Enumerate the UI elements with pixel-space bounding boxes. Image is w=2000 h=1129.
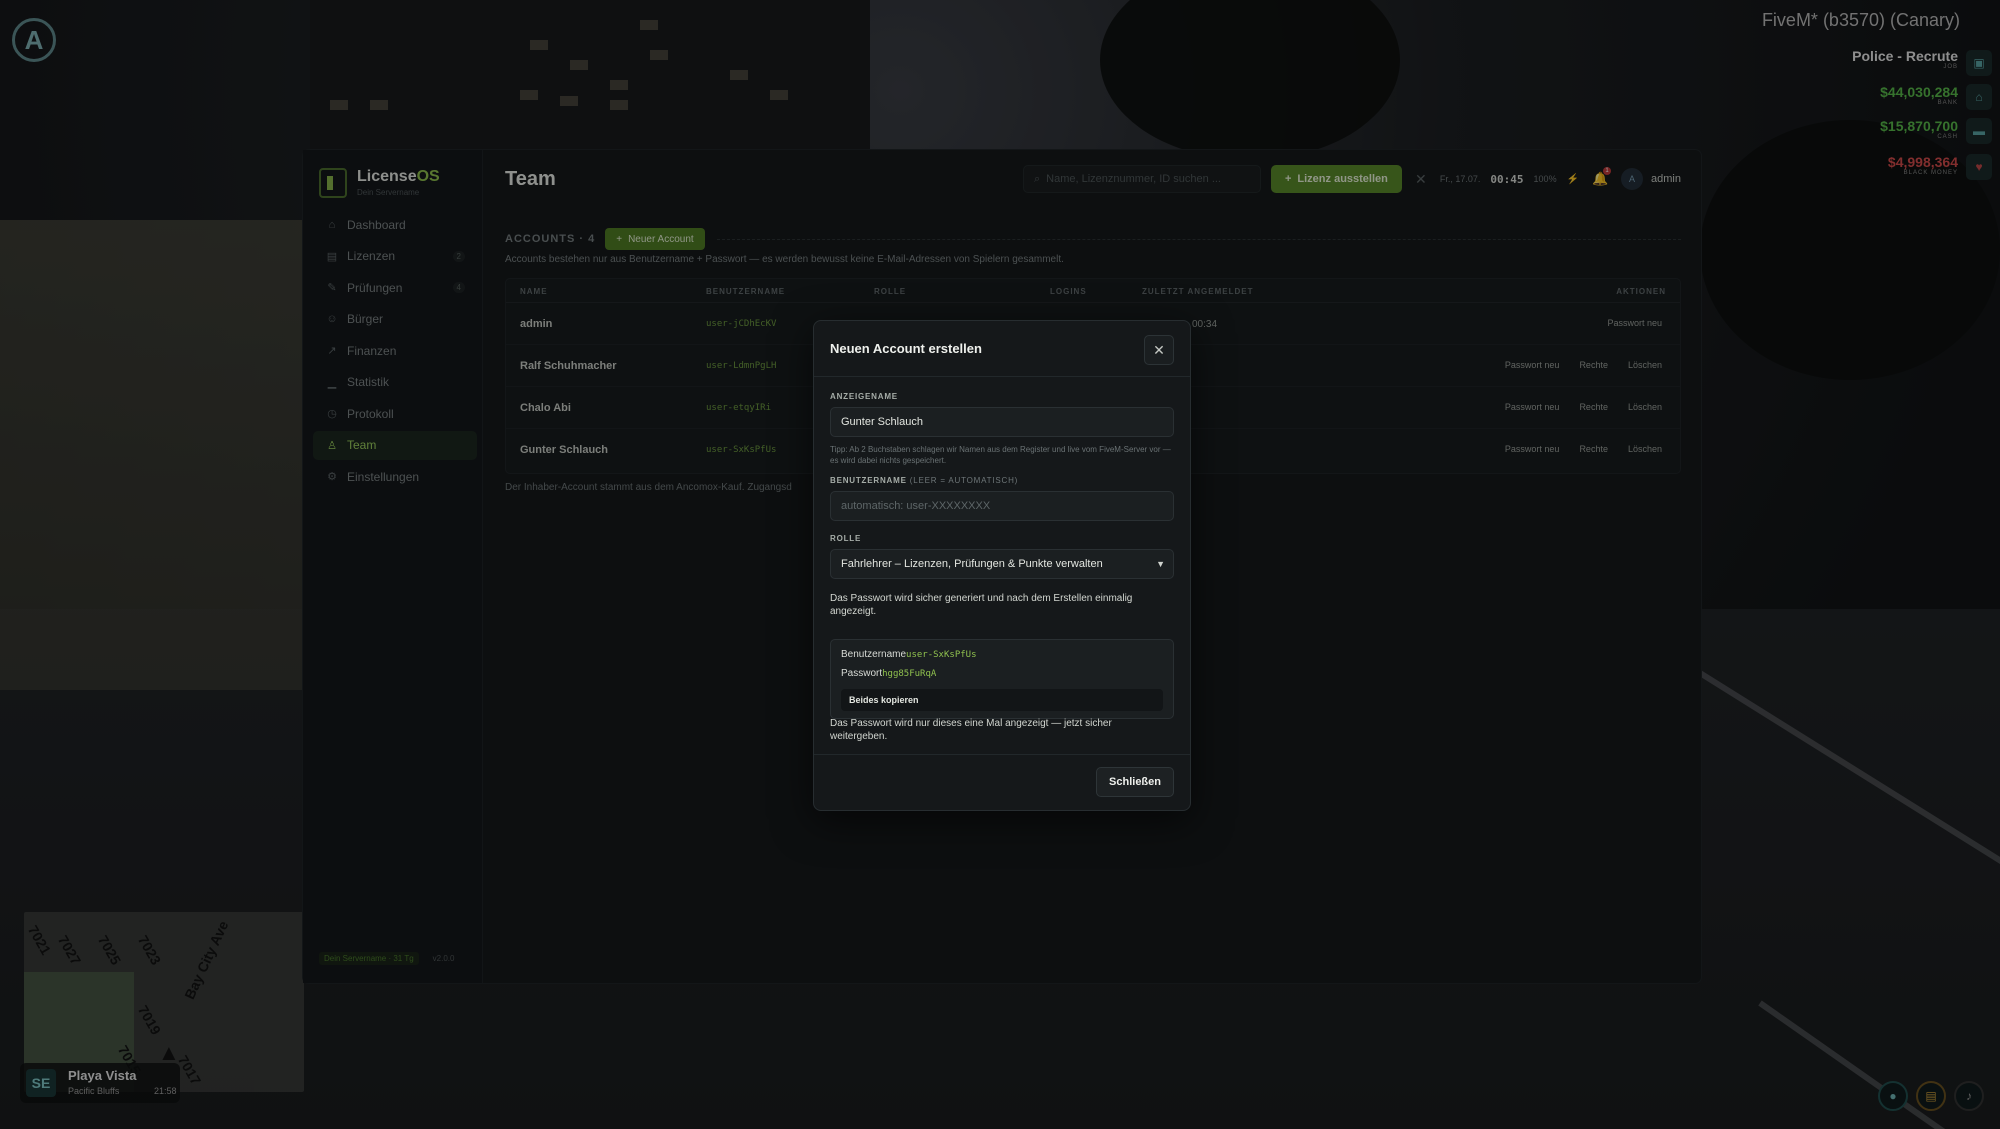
username-label: BENUTZERNAME (LEER = AUTOMATISCH) <box>830 476 1019 485</box>
modal-close-button[interactable]: ✕ <box>1144 335 1174 365</box>
role-label: ROLLE <box>830 534 862 543</box>
credentials-box: Benutzernameuser-SxKsPfUs Passworthgg85F… <box>830 639 1174 719</box>
credential-username: Benutzernameuser-SxKsPfUs <box>841 649 977 660</box>
display-name-tip: Tipp: Ab 2 Buchstaben schlagen wir Namen… <box>830 445 1171 465</box>
role-select[interactable]: Fahrlehrer – Lizenzen, Prüfungen & Punkt… <box>830 549 1174 579</box>
display-name-label: ANZEIGENAME <box>830 392 898 401</box>
password-info: Das Passwort wird sicher generiert und n… <box>830 593 1133 617</box>
new-account-modal: Neuen Account erstellen ✕ ANZEIGENAME Gu… <box>813 320 1191 811</box>
copy-both-button[interactable]: Beides kopieren <box>841 689 1163 711</box>
username-input[interactable]: automatisch: user-XXXXXXXX <box>830 491 1174 521</box>
credential-password: Passworthgg85FuRqA <box>841 668 937 679</box>
chevron-down-icon: ▼ <box>1156 559 1165 569</box>
password-warning: Das Passwort wird nur dieses eine Mal an… <box>830 718 1112 742</box>
display-name-input[interactable]: Gunter Schlauch <box>830 407 1174 437</box>
modal-title: Neuen Account erstellen <box>830 341 982 356</box>
modal-footer: Schließen <box>814 754 1190 810</box>
close-button[interactable]: Schließen <box>1096 767 1174 797</box>
modal-header: Neuen Account erstellen ✕ <box>814 321 1190 377</box>
close-icon: ✕ <box>1153 342 1165 358</box>
